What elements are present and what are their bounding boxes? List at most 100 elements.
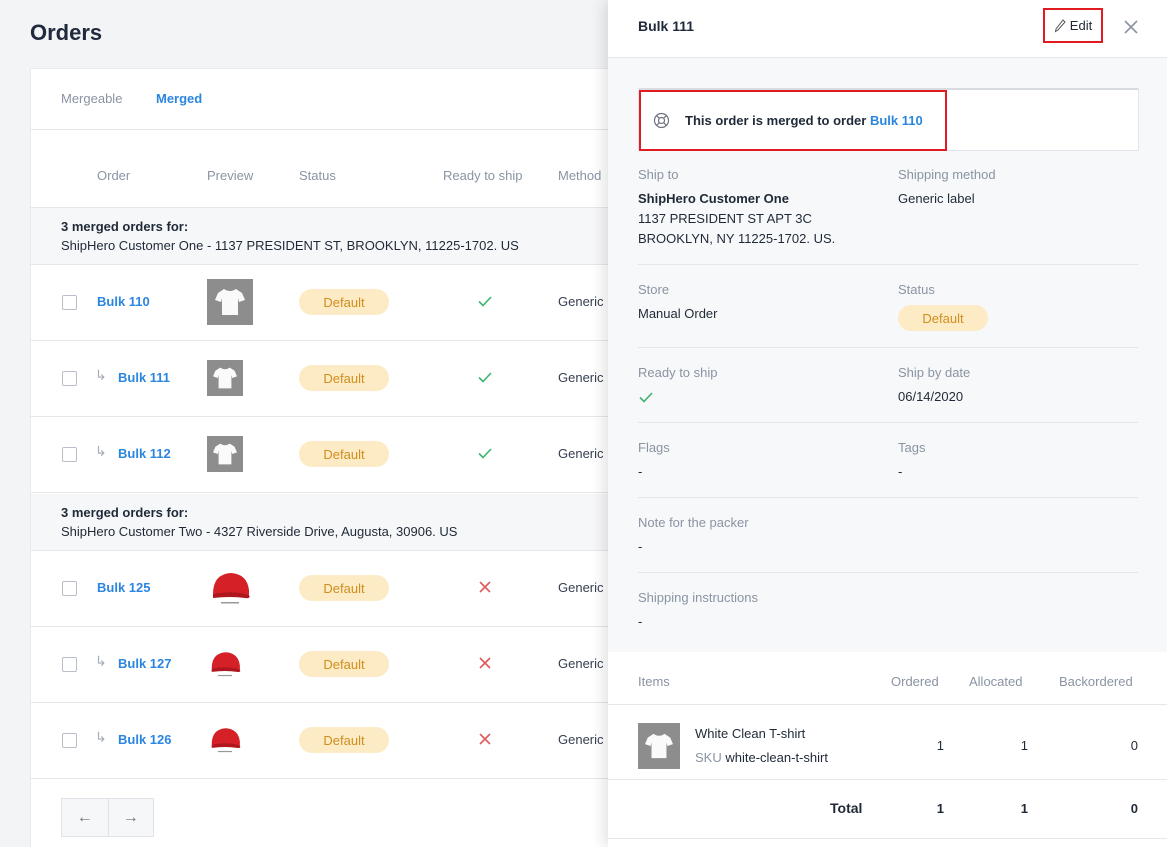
table-header: Order Preview Status Ready to ship Metho… xyxy=(31,130,629,208)
divider xyxy=(638,497,1138,498)
total-allocated: 1 xyxy=(1020,801,1028,816)
item-ordered: 1 xyxy=(936,738,944,753)
column-method[interactable]: Method xyxy=(558,168,601,183)
table-row: Bulk 110 Default Generic xyxy=(31,265,629,341)
edit-button[interactable]: Edit xyxy=(1043,8,1103,43)
item-sku: SKU white-clean-t-shirt xyxy=(695,750,828,765)
store-label: Store xyxy=(638,282,670,297)
prev-page-button[interactable]: ← xyxy=(62,799,108,836)
item-backordered: 0 xyxy=(1130,738,1138,753)
white-tshirt-icon xyxy=(207,360,243,396)
tab-merged[interactable]: Merged xyxy=(156,91,202,106)
white-tshirt-icon xyxy=(638,723,680,769)
tab-bar: Mergeable Merged xyxy=(31,69,629,130)
column-ready-to-ship: Ready to ship xyxy=(443,168,523,183)
shipping-instructions-value: - xyxy=(638,614,643,629)
red-cap-icon xyxy=(207,565,253,611)
group-title: 3 merged orders for: xyxy=(61,505,189,520)
next-page-button[interactable]: → xyxy=(107,799,154,836)
divider xyxy=(608,838,1167,839)
packer-note-value: - xyxy=(638,539,643,554)
flags-label: Flags xyxy=(638,440,670,455)
allocated-column-header: Allocated xyxy=(969,674,1023,689)
edit-label: Edit xyxy=(1069,18,1093,33)
pencil-icon xyxy=(1054,18,1066,33)
ship-to-label: Ship to xyxy=(638,167,679,182)
drawer-title: Bulk 111 xyxy=(638,18,695,34)
table-row: Bulk 125 Default Generic xyxy=(31,551,629,627)
table-row: ↳ Bulk 111 Default Generic xyxy=(31,341,629,417)
backordered-column-header: Backordered xyxy=(1059,674,1133,689)
merged-order-link[interactable]: Bulk 110 xyxy=(870,113,923,128)
ship-by-date-value: 06/14/2020 xyxy=(898,389,964,404)
method-value: Generic xyxy=(558,732,604,747)
merge-notice-label: This order is merged to order xyxy=(685,113,870,128)
row-checkbox[interactable] xyxy=(62,581,77,596)
row-checkbox[interactable] xyxy=(62,371,77,386)
group-address: ShipHero Customer Two - 4327 Riverside D… xyxy=(61,524,458,539)
status-badge: Default xyxy=(299,289,389,315)
group-title: 3 merged orders for: xyxy=(61,219,189,234)
column-status: Status xyxy=(299,168,336,183)
divider xyxy=(638,422,1138,423)
not-ready-x-icon xyxy=(477,731,493,747)
order-link[interactable]: Bulk 126 xyxy=(118,732,171,747)
merge-group-header: 3 merged orders for: ShipHero Customer T… xyxy=(31,494,629,551)
total-ordered: 1 xyxy=(936,801,944,816)
row-checkbox[interactable] xyxy=(62,295,77,310)
table-row: ↳ Bulk 112 Default Generic xyxy=(31,417,629,493)
merged-child-arrow-icon: ↳ xyxy=(95,653,107,669)
merged-child-arrow-icon: ↳ xyxy=(95,367,107,383)
method-value: Generic xyxy=(558,370,604,385)
close-icon[interactable] xyxy=(1122,18,1140,36)
status-badge: Default xyxy=(299,575,389,601)
items-table: Items Ordered Allocated Backordered Whit… xyxy=(608,652,1167,847)
status-badge: Default xyxy=(299,651,389,677)
column-order: Order xyxy=(97,168,131,183)
not-ready-x-icon xyxy=(477,579,493,595)
divider xyxy=(638,347,1138,348)
status-badge: Default xyxy=(299,365,389,391)
status-badge: Default xyxy=(299,727,389,753)
merged-child-arrow-icon: ↳ xyxy=(95,443,107,459)
ship-to-line2: BROOKLYN, NY 11225-1702. US. xyxy=(638,231,836,246)
total-backordered: 0 xyxy=(1130,801,1138,816)
drawer-header: Bulk 111 Edit xyxy=(608,0,1167,58)
not-ready-x-icon xyxy=(477,655,493,671)
row-checkbox[interactable] xyxy=(62,447,77,462)
packer-note-label: Note for the packer xyxy=(638,515,749,530)
ready-check-icon xyxy=(477,293,493,309)
white-tshirt-icon xyxy=(207,436,243,472)
order-link[interactable]: Bulk 112 xyxy=(118,446,171,461)
table-row: ↳ Bulk 127 Default Generic xyxy=(31,627,629,703)
row-checkbox[interactable] xyxy=(62,657,77,672)
flags-value: - xyxy=(638,464,643,479)
ship-by-date-label: Ship by date xyxy=(898,365,971,380)
ready-check-icon xyxy=(477,445,493,461)
white-tshirt-icon xyxy=(207,279,253,325)
pagination: ← → xyxy=(61,798,154,837)
row-checkbox[interactable] xyxy=(62,733,77,748)
ready-check-icon xyxy=(638,389,654,405)
store-value: Manual Order xyxy=(638,306,718,321)
sku-label: SKU xyxy=(695,750,722,765)
method-value: Generic xyxy=(558,294,604,309)
order-link[interactable]: Bulk 110 xyxy=(97,294,150,309)
order-link[interactable]: Bulk 111 xyxy=(118,370,170,385)
total-label: Total xyxy=(830,800,863,816)
page-title: Orders xyxy=(30,20,103,45)
column-preview: Preview xyxy=(207,168,254,183)
order-link[interactable]: Bulk 125 xyxy=(97,580,150,595)
table-row: ↳ Bulk 126 Default Generic xyxy=(31,703,629,779)
method-value: Generic xyxy=(558,656,604,671)
ready-check-icon xyxy=(477,369,493,385)
red-cap-icon xyxy=(207,722,243,758)
tab-mergeable[interactable]: Mergeable xyxy=(61,91,122,106)
tags-value: - xyxy=(898,464,903,479)
sku-value: white-clean-t-shirt xyxy=(725,750,828,765)
order-link[interactable]: Bulk 127 xyxy=(118,656,171,671)
ship-to-name: ShipHero Customer One xyxy=(638,191,789,206)
shipping-method-value: Generic label xyxy=(898,191,975,206)
item-allocated: 1 xyxy=(1020,738,1028,753)
status-label: Status xyxy=(898,282,935,297)
